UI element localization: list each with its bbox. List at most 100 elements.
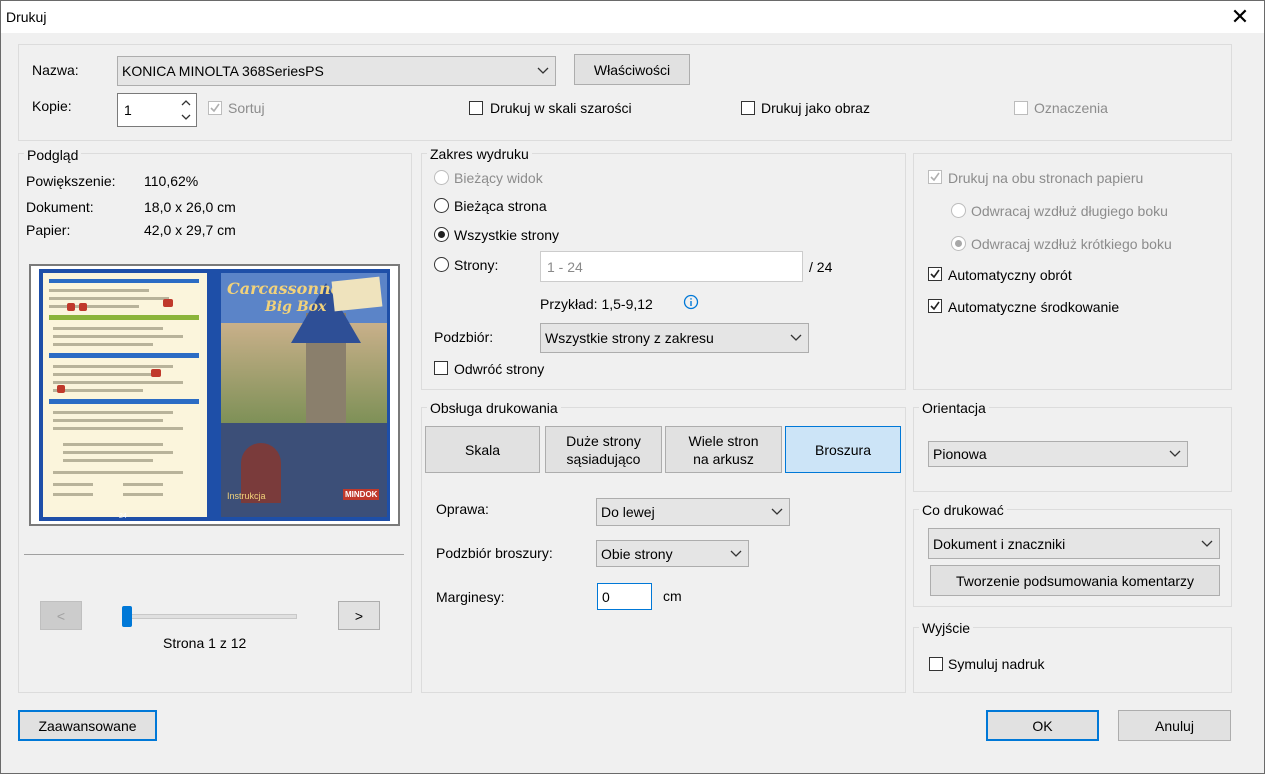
copies-stepper[interactable]: 1 [117, 93, 197, 127]
auto-rotate-label: Automatyczny obrót [948, 267, 1072, 283]
pages-range-placeholder: 1 - 24 [547, 258, 583, 275]
current-page-radio[interactable] [434, 198, 449, 213]
what-to-print-value: Dokument i znaczniki [933, 535, 1066, 552]
collate-label: Sortuj [228, 100, 265, 116]
pages-range-input[interactable]: 1 - 24 [540, 251, 803, 282]
orientation-select-value: Pionowa [933, 446, 987, 462]
orientation-select[interactable]: Pionowa [928, 441, 1188, 467]
reverse-pages-label: Odwróć strony [454, 361, 545, 377]
document-size-label: Dokument: [26, 199, 94, 215]
what-to-print-select[interactable]: Dokument i znaczniki [928, 528, 1220, 559]
thumbnail-page-number: 24 [119, 513, 127, 520]
pages-label: Strony: [454, 257, 499, 273]
checkmark-icon [930, 172, 940, 182]
all-pages-radio[interactable] [434, 227, 449, 242]
collate-checkbox[interactable] [208, 101, 222, 115]
chevron-down-icon [771, 508, 783, 515]
thumbnail-cover-brand: MINDOK [343, 489, 380, 500]
print-range-legend: Zakres wydruku [427, 146, 532, 162]
scale-tab-button[interactable]: Skala [425, 426, 540, 473]
zoom-value: 110,62% [144, 173, 199, 189]
margins-input[interactable]: 0 [597, 583, 652, 610]
subset-select[interactable]: Wszystkie strony z zakresu [540, 323, 809, 353]
flip-short-edge-label: Odwracaj wzdłuż krótkiego boku [971, 236, 1172, 252]
flip-long-edge-label: Odwracaj wzdłuż długiego boku [971, 203, 1168, 219]
booklet-subset-label: Podzbiór broszury: [436, 545, 553, 561]
thumbnail-cover-title: Carcassonne [227, 279, 341, 298]
pages-total: / 24 [809, 259, 833, 275]
poster-tab-line2: sąsiadująco [566, 450, 641, 467]
multiple-tab-line1: Wiele stron [688, 432, 759, 449]
current-page-label: Bieżąca strona [454, 198, 547, 214]
copies-value: 1 [124, 102, 132, 118]
printer-select[interactable]: KONICA MINOLTA 368SeriesPS [117, 56, 556, 86]
print-as-image-checkbox[interactable] [741, 101, 755, 115]
simulate-overprint-checkbox[interactable] [929, 657, 943, 671]
booklet-subset-select[interactable]: Obie strony [596, 540, 749, 567]
auto-rotate-checkbox[interactable] [928, 267, 942, 281]
thumbnail-cover-subtitle: Big Box [265, 299, 327, 315]
thumbnail-left-page [43, 273, 207, 517]
document-size-value: 18,0 x 26,0 cm [144, 199, 236, 215]
window-title: Drukuj [6, 9, 47, 25]
margins-label: Marginesy: [436, 589, 505, 605]
both-sides-checkbox[interactable] [928, 170, 942, 184]
previous-page-button[interactable]: < [40, 601, 82, 630]
checkmark-icon [930, 301, 940, 311]
both-sides-label: Drukuj na obu stronach papieru [948, 170, 1144, 186]
flip-short-edge-radio[interactable] [951, 236, 966, 251]
reverse-pages-checkbox[interactable] [434, 361, 448, 375]
page-slider-thumb[interactable] [122, 606, 132, 627]
zoom-label: Powiększenie: [26, 173, 116, 189]
all-pages-label: Wszystkie strony [454, 227, 560, 243]
paper-size-label: Papier: [26, 222, 71, 238]
multiple-tab-line2: na arkusz [693, 450, 754, 467]
annotations-checkbox[interactable] [1014, 101, 1028, 115]
page-preview-thumbnail: Carcassonne Big Box Instrukcja MINDOK 24 [29, 264, 400, 526]
what-to-print-legend: Co drukować [919, 502, 1007, 518]
print-as-image-label: Drukuj jako obraz [761, 100, 870, 116]
chevron-down-icon [790, 334, 802, 341]
chevron-down-icon [730, 550, 742, 557]
binding-label: Oprawa: [436, 501, 489, 517]
auto-center-checkbox[interactable] [928, 299, 942, 313]
annotations-label: Oznaczenia [1034, 100, 1108, 116]
poster-tab-button[interactable]: Duże strony sąsiadująco [545, 426, 662, 473]
printer-name-label: Nazwa: [32, 62, 79, 78]
title-bar: Drukuj ✕ [1, 1, 1264, 33]
summarize-comments-button[interactable]: Tworzenie podsumowania komentarzy [930, 565, 1220, 596]
radio-selected-dot [955, 240, 962, 247]
pages-radio[interactable] [434, 257, 449, 272]
current-view-label: Bieżący widok [454, 170, 543, 186]
output-legend: Wyjście [919, 620, 974, 636]
printer-select-value: KONICA MINOLTA 368SeriesPS [122, 63, 324, 79]
spin-arrows-icon[interactable] [180, 97, 192, 123]
preview-legend: Podgląd [24, 147, 82, 163]
orientation-legend: Orientacja [919, 400, 989, 416]
next-page-button[interactable]: > [338, 601, 380, 630]
margins-unit: cm [663, 588, 682, 604]
page-slider-track[interactable] [122, 614, 297, 619]
flip-long-edge-radio[interactable] [951, 203, 966, 218]
current-view-radio[interactable] [434, 170, 449, 185]
multiple-tab-button[interactable]: Wiele stron na arkusz [665, 426, 782, 473]
pages-example: Przykład: 1,5-9,12 [540, 296, 653, 312]
close-icon[interactable]: ✕ [1226, 3, 1254, 31]
subset-select-value: Wszystkie strony z zakresu [545, 330, 714, 346]
properties-button[interactable]: Właściwości [574, 54, 690, 85]
print-dialog: Drukuj ✕ Nazwa: KONICA MINOLTA 368Series… [0, 0, 1265, 774]
advanced-button[interactable]: Zaawansowane [18, 710, 157, 741]
binding-select[interactable]: Do lewej [596, 498, 790, 526]
print-handling-legend: Obsługa drukowania [427, 400, 561, 416]
cancel-button[interactable]: Anuluj [1118, 710, 1231, 741]
info-icon[interactable] [683, 294, 699, 310]
thumbnail-cover-page: Carcassonne Big Box Instrukcja MINDOK [221, 273, 387, 517]
ok-button[interactable]: OK [986, 710, 1099, 741]
booklet-tab-button[interactable]: Broszura [785, 426, 901, 473]
thumbnail-spread: Carcassonne Big Box Instrukcja MINDOK 24 [39, 269, 390, 521]
grayscale-checkbox[interactable] [469, 101, 483, 115]
page-status: Strona 1 z 12 [163, 635, 247, 651]
binding-select-value: Do lewej [601, 504, 655, 520]
radio-selected-dot [438, 231, 445, 238]
subset-label: Podzbiór: [434, 329, 494, 345]
